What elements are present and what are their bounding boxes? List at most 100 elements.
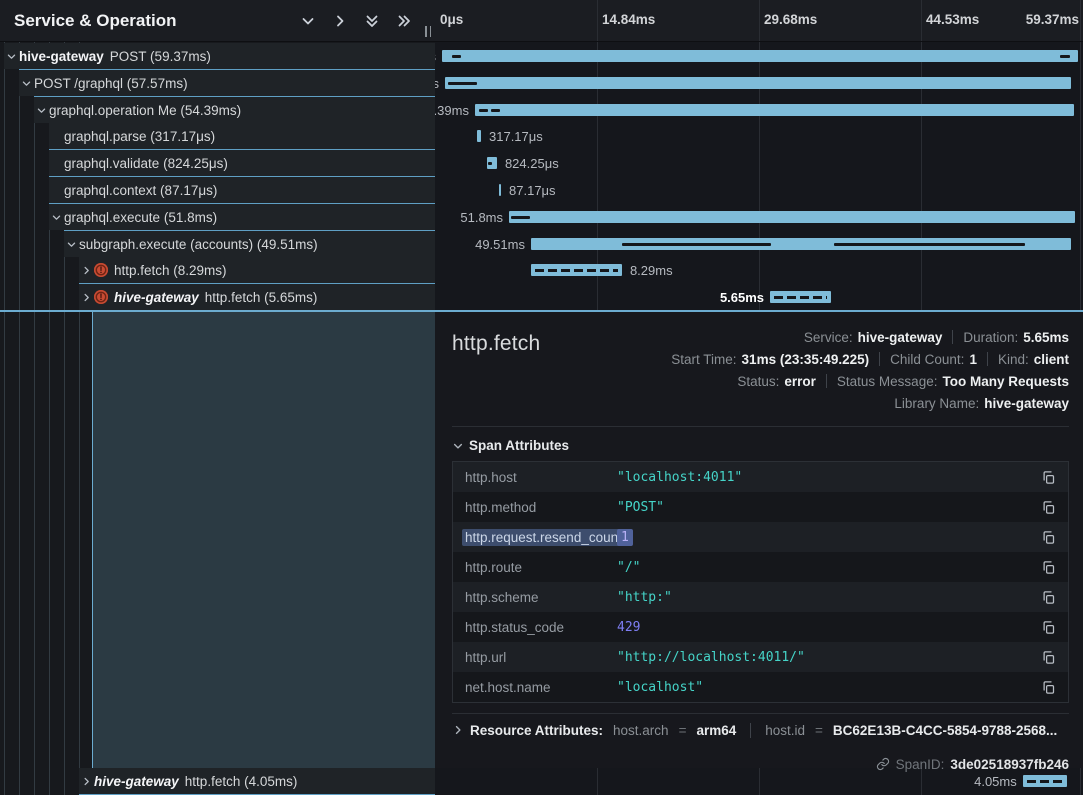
tree-indent-guide: [4, 42, 5, 795]
tree-row[interactable]: graphql.context (87.17μs): [49, 177, 435, 203]
chevron-down-icon[interactable]: [64, 237, 79, 251]
chevron-down-icon[interactable]: [34, 103, 49, 117]
tree-row[interactable]: POST /graphql (57.57ms): [19, 70, 435, 96]
attr-row[interactable]: http.method"POST": [453, 492, 1068, 522]
panel-resize-handle[interactable]: [421, 24, 435, 38]
expand-all-icon[interactable]: [395, 12, 413, 30]
tree-row[interactable]: hive-gatewayhttp.fetch (4.05ms): [79, 768, 435, 794]
attr-key: net.host.name: [453, 680, 617, 695]
tree-toolbar: [299, 12, 413, 30]
attr-row[interactable]: http.url"http://localhost:4011/": [453, 642, 1068, 672]
meta-value: 1: [969, 352, 977, 367]
copy-icon[interactable]: [1041, 620, 1056, 635]
span-bar[interactable]: [499, 184, 501, 196]
tree-row-selected[interactable]: !hive-gatewayhttp.fetch (5.65ms): [79, 284, 435, 310]
span-bar[interactable]: [477, 130, 481, 142]
tree-row[interactable]: hive-gatewayPOST (59.37ms): [4, 43, 435, 69]
copy-icon[interactable]: [1041, 500, 1056, 515]
span-title: http.fetch: [452, 332, 540, 356]
span-bar[interactable]: [1023, 775, 1067, 787]
span-bar[interactable]: [475, 104, 1074, 116]
gridline: [1080, 0, 1081, 41]
timeline-axis: 0μs14.84ms29.68ms44.53ms59.37ms: [435, 0, 1083, 42]
chevron-down-icon[interactable]: [49, 210, 64, 224]
gridline: [921, 0, 922, 41]
span-bar[interactable]: [531, 238, 1071, 250]
copy-icon[interactable]: [1041, 560, 1056, 575]
timeline-row: 5.65ms: [435, 284, 1083, 310]
resource-attributes-row[interactable]: Resource Attributes:host.arch=arm64host.…: [452, 713, 1069, 746]
expand-children-icon[interactable]: [331, 12, 349, 30]
timeline-row: 317.17μs: [435, 123, 1083, 149]
attr-row[interactable]: http.host"localhost:4011": [453, 462, 1068, 492]
timeline-row: 59.37ms: [435, 43, 1083, 69]
copy-icon[interactable]: [1041, 590, 1056, 605]
tree-row[interactable]: !http.fetch (8.29ms): [79, 257, 435, 283]
collapse-all-icon[interactable]: [363, 12, 381, 30]
span-bar[interactable]: [531, 264, 622, 276]
gridline: [759, 0, 760, 41]
meta-value: 5.65ms: [1023, 330, 1069, 345]
copy-icon[interactable]: [1041, 530, 1056, 545]
span-bar[interactable]: [445, 77, 1071, 89]
tree-row[interactable]: graphql.execute (51.8ms): [49, 204, 435, 230]
tree-row[interactable]: graphql.operation Me (54.39ms): [34, 97, 435, 123]
divider: [879, 352, 880, 366]
equals-sign: =: [815, 723, 823, 738]
attr-row[interactable]: net.host.name"localhost": [453, 672, 1068, 702]
span-bar[interactable]: [487, 157, 497, 169]
span-bar[interactable]: [770, 291, 831, 303]
chevron-right-icon[interactable]: [79, 290, 94, 304]
attr-row[interactable]: http.scheme"http:": [453, 582, 1068, 612]
copy-icon[interactable]: [1041, 680, 1056, 695]
resource-value: arm64: [696, 723, 736, 738]
attr-row[interactable]: http.status_code429: [453, 612, 1068, 642]
span-attributes-header[interactable]: Span Attributes: [452, 438, 1069, 453]
timeline-row: 824.25μs: [435, 150, 1083, 176]
chevron-right-icon[interactable]: [79, 774, 94, 788]
chevron-down-icon[interactable]: [19, 76, 34, 90]
copy-icon[interactable]: [1041, 470, 1056, 485]
link-icon[interactable]: [876, 757, 890, 771]
span-attributes-table: http.host"localhost:4011"http.method"POS…: [452, 461, 1069, 703]
divider: [952, 330, 953, 344]
attr-key: http.route: [453, 560, 617, 575]
collapse-children-icon[interactable]: [299, 12, 317, 30]
child-span-mark: [491, 109, 500, 112]
resource-key: host.arch: [613, 723, 669, 738]
attr-key: http.host: [453, 470, 617, 485]
attr-row[interactable]: http.request.resend_count1: [453, 522, 1068, 552]
child-span-mark: [511, 216, 530, 219]
meta-label: Start Time:: [671, 352, 736, 367]
timeline-row: 49.51ms: [435, 231, 1083, 257]
error-icon: !: [94, 290, 108, 304]
resource-attributes-title: Resource Attributes:: [470, 723, 603, 738]
chevron-right-icon: [452, 724, 464, 736]
divider: [987, 352, 988, 366]
duration-label: 57.57ms: [435, 76, 439, 91]
child-span-mark: [622, 243, 771, 246]
timeline-row: 54.39ms: [435, 97, 1083, 123]
span-bar[interactable]: [442, 50, 1078, 62]
span-bar[interactable]: [509, 211, 1075, 223]
meta-value: hive-gateway: [984, 396, 1069, 411]
timeline-rows: 59.37ms57.57ms54.39ms317.17μs824.25μs87.…: [435, 42, 1083, 311]
meta-label: Kind:: [998, 352, 1029, 367]
child-span-mark: [479, 109, 488, 112]
attr-row[interactable]: http.route"/": [453, 552, 1068, 582]
tree-row[interactable]: subgraph.execute (accounts) (49.51ms): [64, 231, 435, 257]
chevron-right-icon[interactable]: [79, 263, 94, 277]
duration-label: 51.8ms: [460, 210, 503, 225]
divider: [452, 426, 1069, 427]
meta-label: Library Name:: [894, 396, 979, 411]
trace-viewer: Service & Operation hive-gatewayPOST (59…: [0, 0, 1083, 795]
tree-row[interactable]: graphql.validate (824.25μs): [49, 150, 435, 176]
attr-value: "/": [617, 560, 1041, 575]
attr-value: "localhost": [617, 680, 1041, 695]
copy-icon[interactable]: [1041, 650, 1056, 665]
duration-label: 8.29ms: [630, 263, 673, 278]
meta-value: Too Many Requests: [942, 374, 1069, 389]
tree-row[interactable]: graphql.parse (317.17μs): [49, 123, 435, 149]
chevron-down-icon[interactable]: [4, 49, 19, 63]
meta-label: Status Message:: [837, 374, 938, 389]
